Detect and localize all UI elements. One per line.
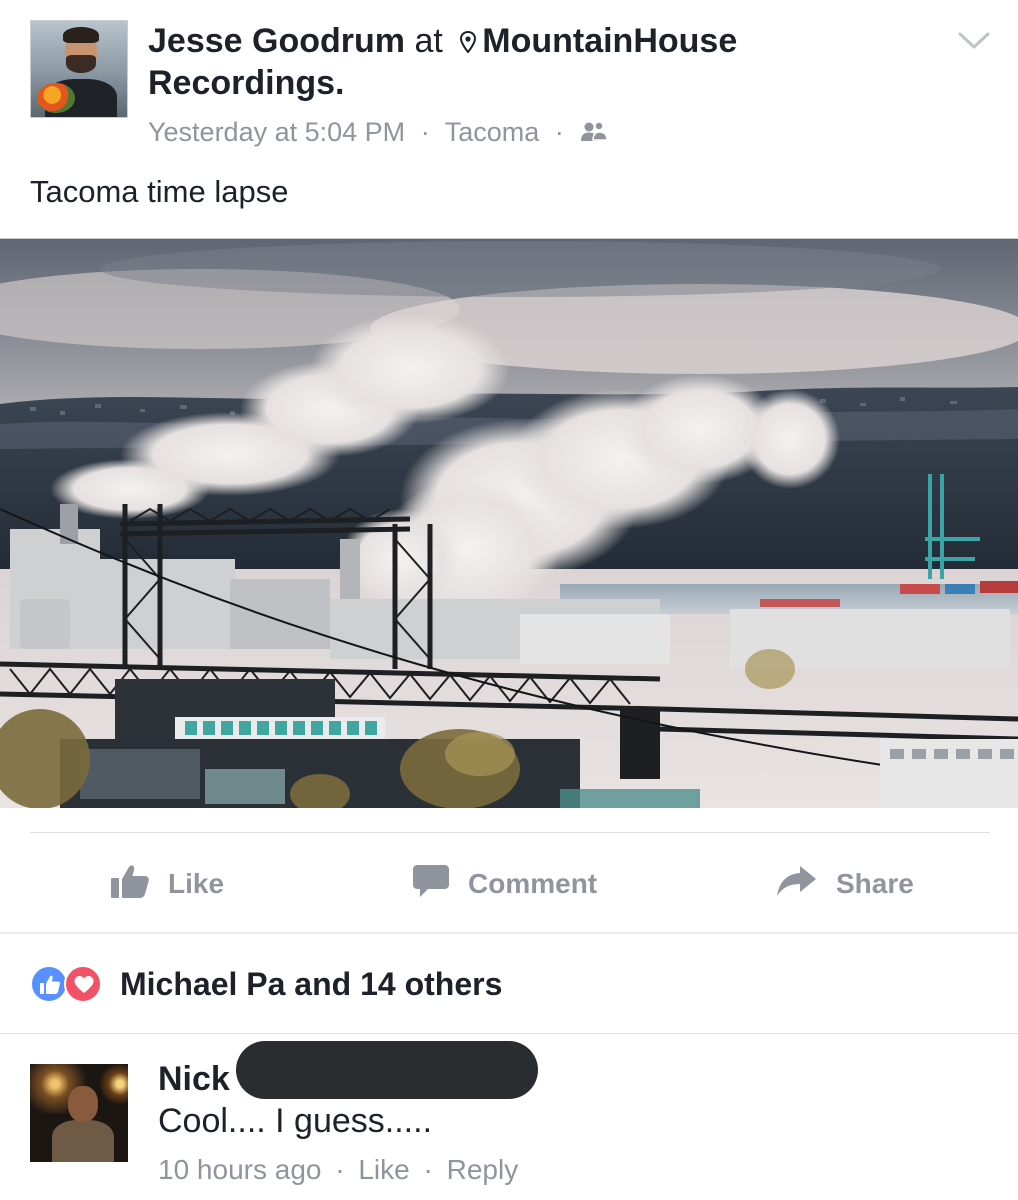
like-button[interactable]: Like <box>110 845 224 923</box>
post-video-thumbnail[interactable] <box>0 238 1018 808</box>
like-label: Like <box>168 868 225 899</box>
at-word: at <box>414 22 443 60</box>
reaction-icons <box>30 963 110 1005</box>
comment-author[interactable]: Nick <box>158 1058 230 1100</box>
post-options-chevron-icon[interactable] <box>956 28 992 54</box>
meta-separator: · <box>335 1154 345 1185</box>
love-reaction-icon <box>64 965 102 1003</box>
divider <box>30 832 990 833</box>
friends-icon[interactable] <box>579 116 609 141</box>
share-arrow-icon <box>776 864 818 905</box>
divider <box>0 932 1018 934</box>
share-label: Share <box>836 868 914 899</box>
action-bar: Like Comment Share <box>0 845 1018 923</box>
comment-time: 10 hours ago <box>158 1154 322 1185</box>
comment-button[interactable]: Comment <box>412 845 597 923</box>
post-meta: Yesterday at 5:04 PM · Tacoma · <box>148 114 609 150</box>
comment-bubble-icon <box>412 863 450 906</box>
reactions-summary[interactable]: Michael Pa and 14 others <box>30 956 502 1012</box>
author-line: Jesse Goodrum at MountainHouse Recording… <box>148 20 908 104</box>
author-name[interactable]: Jesse Goodrum <box>148 22 405 60</box>
like-reaction-icon <box>30 965 68 1003</box>
meta-separator: · <box>554 117 564 147</box>
comment-like-link[interactable]: Like <box>358 1154 409 1185</box>
author-avatar[interactable] <box>30 20 128 118</box>
post-header: Jesse Goodrum at MountainHouse Recording… <box>0 0 1018 160</box>
comment-meta: 10 hours ago · Like · Reply <box>158 1152 518 1188</box>
thumbs-up-icon <box>110 863 150 906</box>
share-button[interactable]: Share <box>776 845 914 923</box>
post-timestamp[interactable]: Yesterday at 5:04 PM <box>148 117 405 147</box>
commenter-avatar[interactable] <box>30 1064 128 1162</box>
post-location[interactable]: Tacoma <box>445 117 540 147</box>
post-text: Tacoma time lapse <box>30 174 289 209</box>
meta-separator: · <box>423 1154 433 1185</box>
divider <box>0 1033 1018 1034</box>
comment-text: Cool.... I guess..... <box>158 1102 433 1140</box>
comment-label: Comment <box>468 868 598 899</box>
reactions-text: Michael Pa and 14 others <box>120 965 503 1002</box>
comment-reply-link[interactable]: Reply <box>447 1154 519 1185</box>
redaction-bar <box>236 1041 538 1099</box>
location-pin-icon <box>460 21 477 54</box>
meta-separator: · <box>420 117 430 147</box>
